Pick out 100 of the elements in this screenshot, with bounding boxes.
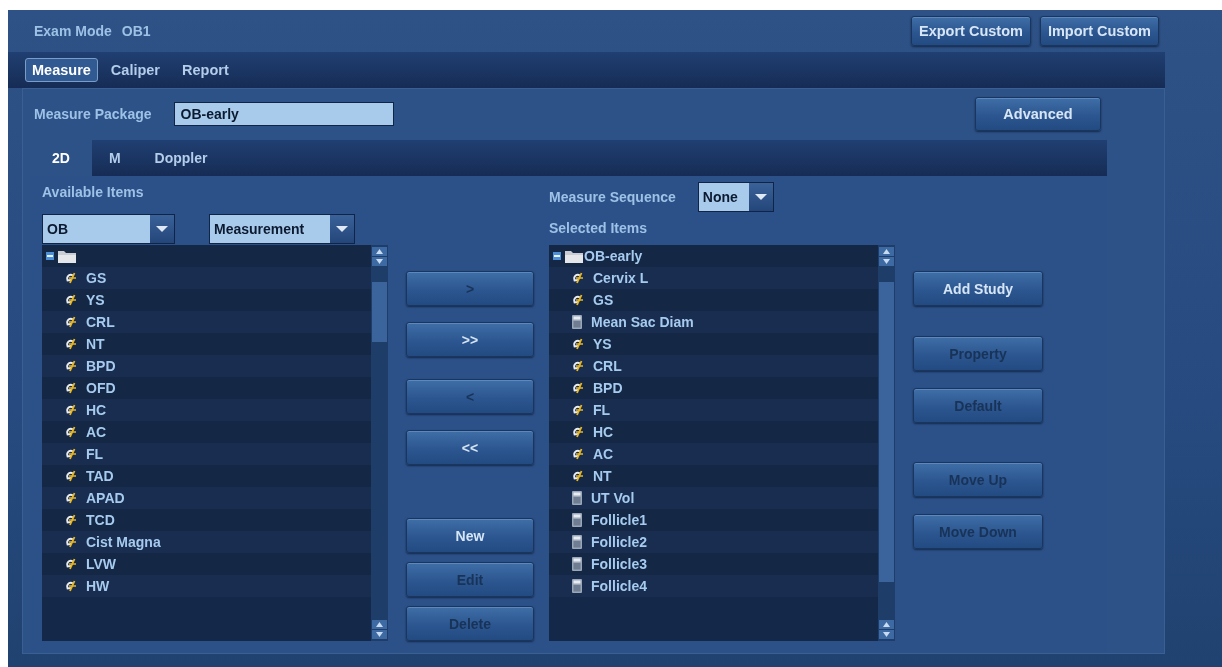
tree-row[interactable]: BPD	[549, 377, 878, 399]
item-label: CRL	[86, 314, 115, 330]
tree-row[interactable]: Follicle4	[549, 575, 878, 597]
tree-row[interactable]: Follicle3	[549, 553, 878, 575]
scroll-down-icon[interactable]	[879, 257, 894, 266]
tab[interactable]: Caliper	[101, 52, 169, 88]
scroll-up-icon[interactable]	[372, 620, 387, 629]
tree-row[interactable]: HC	[42, 399, 371, 421]
tree-row[interactable]: NT	[549, 465, 878, 487]
item-label: FL	[86, 446, 104, 462]
tree-row[interactable]: GS	[42, 267, 371, 289]
tree-row[interactable]: OFD	[42, 377, 371, 399]
scroll-up-icon[interactable]	[879, 247, 894, 256]
item-label: TAD	[86, 468, 114, 484]
side-button[interactable]: Add Study	[913, 271, 1043, 306]
tab[interactable]: Measure	[25, 58, 98, 82]
caliper-icon	[64, 535, 78, 549]
header-button[interactable]: Export Custom	[910, 16, 1031, 46]
scroll-down-icon[interactable]	[372, 257, 387, 266]
tree-row[interactable]: AC	[42, 421, 371, 443]
tree-row[interactable]: GS	[549, 289, 878, 311]
item-label: FL	[593, 402, 611, 418]
caret-icon	[156, 226, 168, 232]
caliper-icon	[571, 337, 585, 351]
selected-items-label: Selected Items	[549, 220, 649, 236]
tree-row[interactable]: Follicle1	[549, 509, 878, 531]
scroll-down-icon[interactable]	[879, 630, 894, 639]
advanced-button[interactable]: Advanced	[975, 97, 1101, 131]
caliper-icon	[64, 293, 78, 307]
item-label: HW	[86, 578, 110, 594]
header-button[interactable]: Import Custom	[1039, 16, 1159, 46]
filter-dropdown[interactable]: OB	[42, 214, 175, 244]
scroll-thumb[interactable]	[879, 282, 894, 582]
sequence-dropdown[interactable]: None	[697, 182, 774, 212]
caret-icon	[336, 226, 348, 232]
tree-row[interactable]: LVW	[42, 553, 371, 575]
tree-row[interactable]: YS	[42, 289, 371, 311]
caliper-icon	[64, 513, 78, 527]
collapse-icon[interactable]	[553, 252, 561, 260]
tree-row[interactable]: Mean Sac Diam	[549, 311, 878, 333]
tree-row[interactable]: Follicle2	[549, 531, 878, 553]
measure-package-label: Measure Package	[34, 106, 152, 122]
scrollbar[interactable]	[878, 245, 895, 641]
mode-tab[interactable]: 2D	[30, 140, 92, 176]
tree-row[interactable]: CRL	[549, 355, 878, 377]
tree-row[interactable]: BPD	[42, 355, 371, 377]
item-label: TCD	[86, 512, 115, 528]
tree-row[interactable]: OB-early	[549, 245, 878, 267]
tree-row[interactable]: HC	[549, 421, 878, 443]
collapse-icon[interactable]	[46, 252, 54, 260]
item-label: OFD	[86, 380, 116, 396]
folder-icon	[57, 248, 77, 264]
tree-row[interactable]: NT	[42, 333, 371, 355]
tree-row[interactable]: FL	[549, 399, 878, 421]
item-label: AC	[86, 424, 107, 440]
tree-row[interactable]: FL	[42, 443, 371, 465]
mode-tab[interactable]: Doppler	[137, 140, 225, 176]
item-label: YS	[593, 336, 612, 352]
caliper-icon	[64, 271, 78, 285]
scroll-down-icon[interactable]	[372, 630, 387, 639]
exam-mode-label: Exam Mode	[34, 23, 112, 39]
caliper-icon	[571, 271, 585, 285]
calculator-icon	[571, 491, 583, 505]
calculator-icon	[571, 535, 583, 549]
item-label: LVW	[86, 556, 117, 572]
measure-package-field[interactable]: OB-early	[173, 102, 394, 126]
scroll-up-icon[interactable]	[879, 620, 894, 629]
caliper-icon	[64, 359, 78, 373]
caliper-icon	[571, 359, 585, 373]
tree-row[interactable]: CRL	[42, 311, 371, 333]
tree-row[interactable]: TCD	[42, 509, 371, 531]
tree-row[interactable]: TAD	[42, 465, 371, 487]
tree-row[interactable]	[42, 245, 371, 267]
mode-tab[interactable]: M	[91, 140, 138, 176]
tree-row[interactable]: AC	[549, 443, 878, 465]
caliper-icon	[571, 447, 585, 461]
item-label: Follicle3	[591, 556, 648, 572]
filter-dropdown[interactable]: Measurement	[209, 214, 355, 244]
tree-row[interactable]: Cist Magna	[42, 531, 371, 553]
transfer-button[interactable]: New	[406, 518, 534, 553]
item-label: NT	[86, 336, 105, 352]
item-label: BPD	[593, 380, 623, 396]
scroll-thumb[interactable]	[372, 282, 387, 342]
transfer-button[interactable]: <<	[406, 430, 534, 465]
item-label: APAD	[86, 490, 125, 506]
scroll-up-icon[interactable]	[372, 247, 387, 256]
caliper-icon	[64, 381, 78, 395]
item-label: HC	[593, 424, 614, 440]
calculator-icon	[571, 579, 583, 593]
transfer-button[interactable]: >>	[406, 322, 534, 357]
tab[interactable]: Report	[173, 52, 238, 88]
scrollbar[interactable]	[371, 245, 388, 641]
calculator-icon	[571, 315, 583, 329]
tree-row[interactable]: APAD	[42, 487, 371, 509]
tree-row[interactable]: UT Vol	[549, 487, 878, 509]
tree-row[interactable]: Cervix L	[549, 267, 878, 289]
tree-row[interactable]: HW	[42, 575, 371, 597]
exam-mode-value: OB1	[121, 23, 151, 39]
item-label: GS	[593, 292, 614, 308]
tree-row[interactable]: YS	[549, 333, 878, 355]
